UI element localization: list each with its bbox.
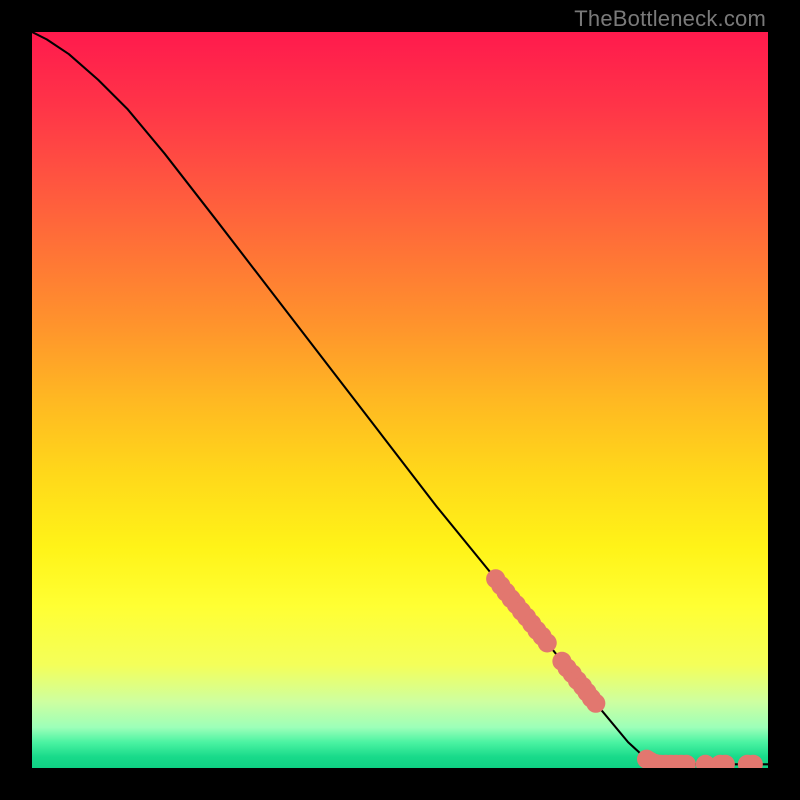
- data-marker: [586, 694, 605, 713]
- data-marker: [538, 633, 557, 652]
- plot-area: [32, 32, 768, 768]
- chart-svg: [32, 32, 768, 768]
- chart-stage: TheBottleneck.com: [0, 0, 800, 800]
- gradient-background: [32, 32, 768, 768]
- watermark-text: TheBottleneck.com: [574, 6, 766, 32]
